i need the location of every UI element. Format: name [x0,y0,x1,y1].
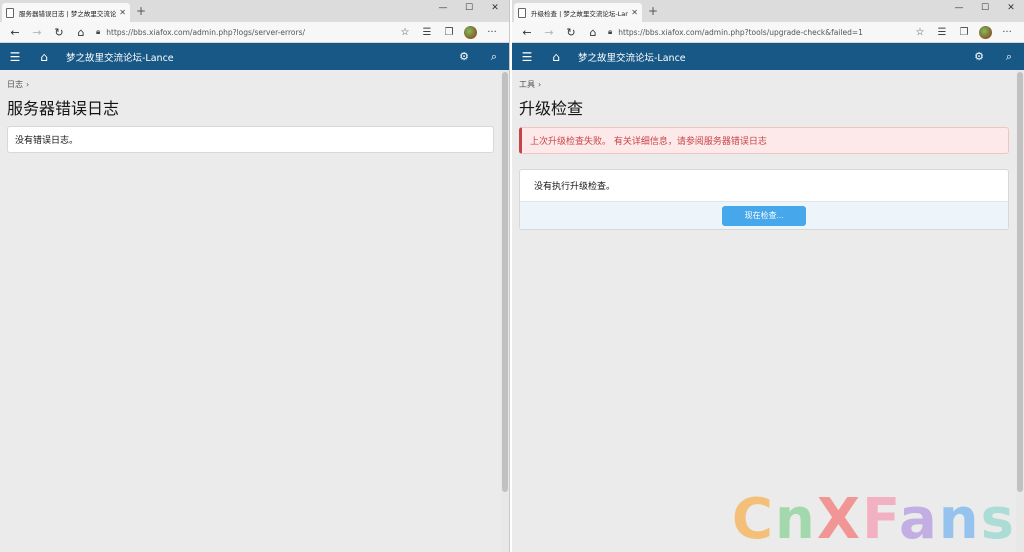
minimize-icon[interactable]: — [946,3,972,13]
lock-icon: 🔒︎ [96,27,101,36]
home-icon[interactable]: ⌂ [542,50,570,64]
upgrade-check-block: 没有执行升级检查。 现在检查... [519,169,1009,230]
site-title[interactable]: 梦之故里交流论坛-Lance [58,50,449,64]
breadcrumb-item[interactable]: 日志 [7,80,23,89]
address-bar: ← → ↻ ⌂ 🔒︎ https://bbs.xiafox.com/admin.… [512,22,1024,43]
more-icon[interactable]: ··· [996,27,1018,38]
url-text: https://bbs.xiafox.com/admin.php?logs/se… [106,27,306,37]
maximize-icon[interactable]: ☐ [972,3,998,13]
home-icon[interactable]: ⌂ [582,26,604,39]
browser-window-right: 升级检查 | 梦之故里交流论坛-Lance ✕ + — ☐ ✕ ← → ↻ ⌂ … [512,0,1024,552]
close-window-icon[interactable]: ✕ [998,3,1024,13]
log-block: 没有错误日志。 [7,126,494,153]
collections-icon[interactable]: ❐ [953,27,975,38]
watermark-logo: CnXFans [731,487,1016,552]
tab-close-icon[interactable]: ✕ [631,8,638,17]
collections-icon[interactable]: ❐ [438,27,460,38]
check-now-button[interactable]: 现在检查... [722,205,806,226]
error-alert: 上次升级检查失败。 有关详细信息，请参阅服务器错误日志 [519,127,1009,154]
url-field[interactable]: 🔒︎ https://bbs.xiafox.com/admin.php?logs… [92,24,394,41]
profile-avatar[interactable] [979,25,992,39]
back-icon[interactable]: ← [4,26,26,39]
chevron-right-icon: › [26,80,30,89]
scrollbar[interactable] [501,70,509,552]
forward-icon[interactable]: → [538,26,560,39]
page-icon [518,7,526,18]
menu-icon[interactable]: ☰ [0,50,30,64]
browser-tab[interactable]: 服务器错误日志 | 梦之故里交流论坛-Lance ✕ [2,3,130,22]
browser-window-left: 服务器错误日志 | 梦之故里交流论坛-Lance ✕ + — ☐ ✕ ← → ↻… [0,0,510,552]
form-footer: 现在检查... [520,201,1008,229]
favorite-star-icon[interactable]: ☆ [909,27,931,38]
toolbar-right: ☆ ☰ ❐ ··· [394,25,509,39]
admin-tools-icon[interactable]: ⚙ [449,50,479,63]
main-content: 工具 › 升级检查 上次升级检查失败。 有关详细信息，请参阅服务器错误日志 没有执… [519,70,1009,230]
forward-icon[interactable]: → [26,26,48,39]
home-icon[interactable]: ⌂ [70,26,92,39]
favorite-star-icon[interactable]: ☆ [394,27,416,38]
page-title: 服务器错误日志 [7,99,120,118]
scrollbar-thumb[interactable] [502,72,508,492]
toolbar-right: ☆ ☰ ❐ ··· [909,25,1024,39]
main-content: 日志 › 服务器错误日志 没有错误日志。 [7,70,494,153]
maximize-icon[interactable]: ☐ [456,3,482,13]
refresh-icon[interactable]: ↻ [48,26,70,39]
close-window-icon[interactable]: ✕ [482,3,508,13]
admin-tools-icon[interactable]: ⚙ [964,50,994,63]
forum-header: ☰ ⌂ 梦之故里交流论坛-Lance ⚙ ⌕ [0,43,509,70]
new-tab-icon[interactable]: + [136,4,146,18]
search-icon[interactable]: ⌕ [479,50,509,64]
tab-strip: 升级检查 | 梦之故里交流论坛-Lance ✕ + — ☐ ✕ [512,0,1024,22]
forum-header: ☰ ⌂ 梦之故里交流论坛-Lance ⚙ ⌕ [512,43,1024,70]
address-bar: ← → ↻ ⌂ 🔒︎ https://bbs.xiafox.com/admin.… [0,22,509,43]
favorites-icon[interactable]: ☰ [416,27,438,38]
url-field[interactable]: 🔒︎ https://bbs.xiafox.com/admin.php?tool… [604,24,909,41]
breadcrumb[interactable]: 日志 › [7,79,494,90]
tab-title: 升级检查 | 梦之故里交流论坛-Lance [531,9,629,18]
tab-close-icon[interactable]: ✕ [119,8,126,17]
site-title[interactable]: 梦之故里交流论坛-Lance [570,50,964,64]
window-controls: — ☐ ✕ [946,3,1024,13]
page-title: 升级检查 [519,99,584,118]
minimize-icon[interactable]: — [430,3,456,13]
search-icon[interactable]: ⌕ [994,50,1024,64]
scrollbar[interactable] [1016,70,1024,552]
lock-icon: 🔒︎ [608,27,613,36]
status-message: 没有执行升级检查。 [534,182,616,192]
refresh-icon[interactable]: ↻ [560,26,582,39]
tab-strip: 服务器错误日志 | 梦之故里交流论坛-Lance ✕ + — ☐ ✕ [0,0,509,22]
browser-tab[interactable]: 升级检查 | 梦之故里交流论坛-Lance ✕ [514,3,642,22]
window-controls: — ☐ ✕ [430,3,508,13]
breadcrumb-item[interactable]: 工具 [519,80,535,89]
back-icon[interactable]: ← [516,26,538,39]
empty-message: 没有错误日志。 [15,136,79,146]
page-icon [6,7,14,18]
tab-title: 服务器错误日志 | 梦之故里交流论坛-Lance [19,9,117,18]
scrollbar-thumb[interactable] [1017,72,1023,492]
url-text: https://bbs.xiafox.com/admin.php?tools/u… [618,27,863,37]
chevron-right-icon: › [538,80,542,89]
more-icon[interactable]: ··· [481,27,503,38]
profile-avatar[interactable] [464,25,477,39]
favorites-icon[interactable]: ☰ [931,27,953,38]
new-tab-icon[interactable]: + [648,4,658,18]
home-icon[interactable]: ⌂ [30,50,58,64]
menu-icon[interactable]: ☰ [512,50,542,64]
breadcrumb[interactable]: 工具 › [519,79,1009,90]
